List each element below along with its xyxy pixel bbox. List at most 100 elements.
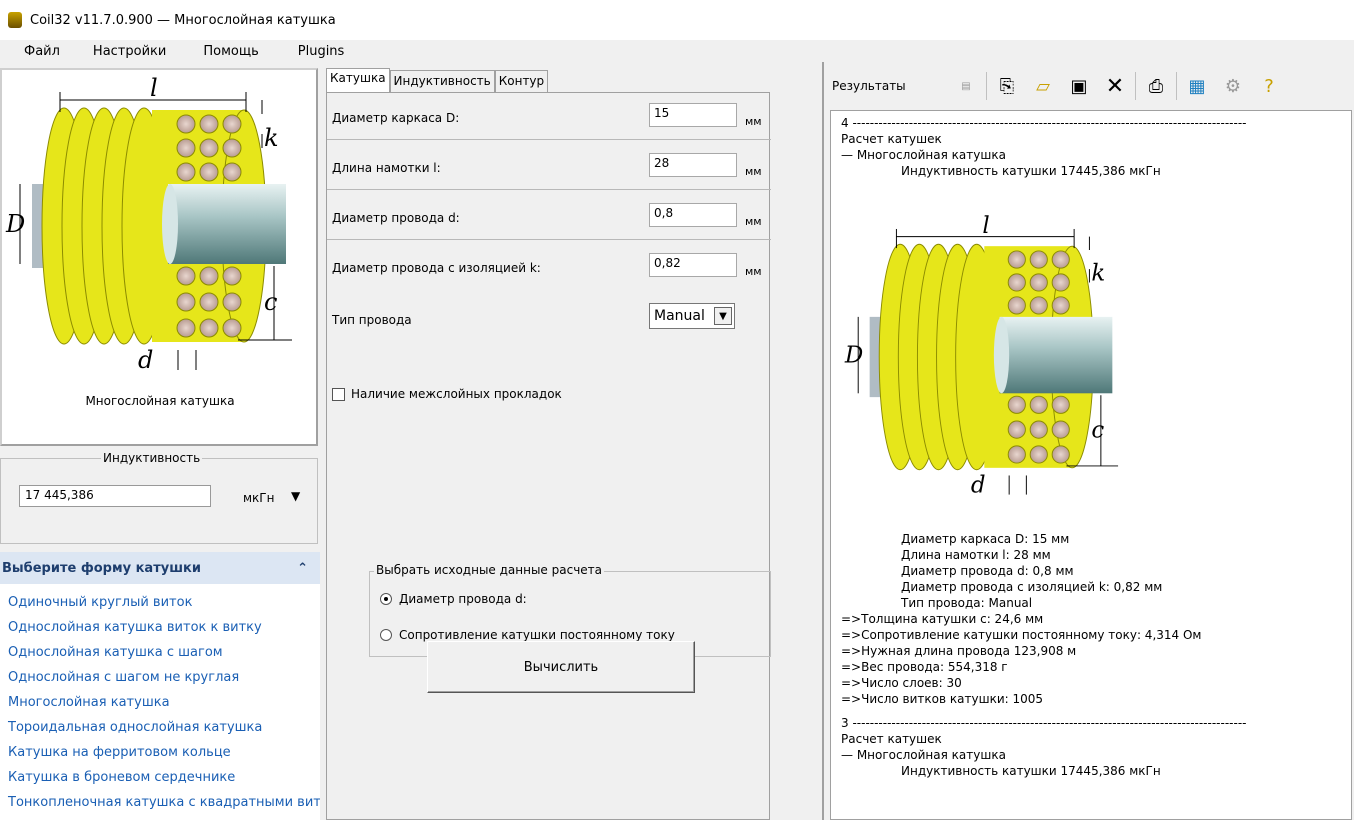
collapse-icon[interactable]: ⌃ <box>297 561 308 576</box>
shape-item[interactable]: Однослойная с шагом не круглая <box>0 665 320 690</box>
settings-icon[interactable]: ⚙ <box>1215 71 1251 101</box>
shape-item[interactable]: Одиночный круглый виток <box>0 590 320 615</box>
shape-item[interactable]: Однослойная катушка виток к витку <box>0 615 320 640</box>
label-d: d <box>971 473 986 499</box>
shape-panel-header[interactable]: Выберите форму катушки ⌃ <box>0 552 320 584</box>
menu-bar: Файл Настройки Помощь Plugins <box>0 40 1354 62</box>
menu-help[interactable]: Помощь <box>185 44 277 59</box>
window-icon[interactable]: ▦ <box>1179 71 1215 101</box>
result-line: — Многослойная катушка <box>841 748 1006 762</box>
delete-icon[interactable]: ✕ <box>1097 71 1133 101</box>
label-c: c <box>1091 417 1104 443</box>
shape-item[interactable]: Катушка на ферритовом кольце <box>0 740 320 765</box>
coil-diagram-svg: l k D c d <box>5 74 292 374</box>
output-line: =>Толщина катушки c: 24,6 мм <box>841 612 1044 626</box>
label-D: D <box>5 210 25 238</box>
separator <box>327 239 771 240</box>
shape-item[interactable]: Однослойная катушка с шагом <box>0 640 320 665</box>
interlayer-checkbox-label: Наличие межслойных прокладок <box>351 387 562 401</box>
results-panel: Результаты ▤ ⎘ ▱ ▣ ✕ ⎙ ▦ ⚙ ? 4 ---------… <box>822 62 1354 820</box>
field-row-wire-diameter: Диаметр провода d: 0,8 мм <box>327 195 771 245</box>
report-icon[interactable]: ▤ <box>948 71 984 101</box>
toolbar-separator <box>986 72 987 100</box>
calculate-button[interactable]: Вычислить <box>427 641 695 693</box>
wire-diameter-input[interactable]: 0,8 <box>649 203 737 227</box>
shape-item[interactable]: Тонкопленочная катушка с квадратными вит… <box>0 790 320 815</box>
insulated-diameter-input[interactable]: 0,82 <box>649 253 737 277</box>
result-line: — Многослойная катушка <box>841 148 1006 162</box>
result-line: Расчет катушек <box>841 132 942 146</box>
field-unit: мм <box>745 165 762 178</box>
diameter-input[interactable]: 15 <box>649 103 737 127</box>
result-inductance: Индуктивность катушки 17445,386 мкГн <box>901 164 1161 178</box>
wire-type-value: Manual <box>654 308 705 324</box>
radio-label: Сопротивление катушки постоянному току <box>399 628 675 642</box>
shape-item[interactable]: Катушка в броневом сердечнике <box>0 765 320 790</box>
menu-file[interactable]: Файл <box>0 44 79 59</box>
field-label: Диаметр провода с изоляцией k: <box>332 261 541 275</box>
field-unit: мм <box>745 215 762 228</box>
tab-body: Диаметр каркаса D: 15 мм Длина намотки l… <box>326 92 771 820</box>
menu-plugins[interactable]: Plugins <box>278 44 364 59</box>
wire-type-label: Тип провода <box>332 313 412 327</box>
results-coil-diagram: l k D c d <box>844 213 1119 499</box>
radio-wire-diameter-button[interactable] <box>380 593 392 605</box>
tab-strip: Катушка Индуктивность Контур <box>326 68 549 92</box>
param-line: Тип провода: Manual <box>901 596 1033 610</box>
radio-resistance-button[interactable] <box>380 629 392 641</box>
print-icon[interactable]: ⎙ <box>1138 71 1174 101</box>
field-row-wire-type: Тип провода Manual ▼ <box>327 297 771 347</box>
tab-inductance[interactable]: Индуктивность <box>389 70 495 92</box>
field-row-diameter: Диаметр каркаса D: 15 мм <box>327 95 771 145</box>
help-icon[interactable]: ? <box>1251 71 1287 101</box>
label-k: k <box>1091 261 1105 287</box>
diagram-caption: Многослойная катушка <box>85 394 235 408</box>
separator <box>327 189 771 190</box>
field-row-length: Длина намотки l: 28 мм <box>327 145 771 195</box>
result-line: 3 --------------------------------------… <box>841 716 1247 730</box>
unit-dropdown-icon[interactable]: ▼ <box>291 489 300 503</box>
result-line: 4 --------------------------------------… <box>841 116 1247 130</box>
output-line: =>Нужная длина провода 123,908 м <box>841 644 1077 658</box>
inductance-input[interactable]: 17 445,386 <box>19 485 211 507</box>
inductance-unit[interactable]: мкГн <box>243 491 274 505</box>
output-line: =>Число слоев: 30 <box>841 676 962 690</box>
save-icon[interactable]: ▣ <box>1061 71 1097 101</box>
toolbar-separator <box>1176 72 1177 100</box>
source-data-legend: Выбрать исходные данные расчета <box>374 563 605 577</box>
results-toolbar: Результаты ▤ ⎘ ▱ ▣ ✕ ⎙ ▦ ⚙ ? <box>824 68 1354 104</box>
shape-item[interactable]: Многослойная катушка <box>0 690 320 715</box>
app-icon <box>8 12 22 28</box>
separator <box>327 139 771 140</box>
shape-item[interactable]: Тороидальная однослойная катушка <box>0 715 320 740</box>
param-line: Диаметр провода с изоляцией k: 0,82 мм <box>901 580 1163 594</box>
title-bar: Coil32 v11.7.0.900 — Многослойная катушк… <box>0 0 1354 40</box>
window-title: Coil32 v11.7.0.900 — Многослойная катушк… <box>30 12 336 28</box>
result-inductance: Индуктивность катушки 17445,386 мкГн <box>901 764 1161 778</box>
interlayer-checkbox-row[interactable]: Наличие межслойных прокладок <box>332 387 562 401</box>
label-l: l <box>982 213 989 239</box>
coil-diagram: l k D c d Многослойная катушка <box>0 68 318 446</box>
inductance-legend: Индуктивность <box>101 451 203 465</box>
radio-resistance[interactable]: Сопротивление катушки постоянному току <box>380 628 675 642</box>
dropdown-arrow-icon[interactable]: ▼ <box>714 307 732 325</box>
radio-label: Диаметр провода d: <box>399 592 527 606</box>
param-line: Диаметр провода d: 0,8 мм <box>901 564 1074 578</box>
field-unit: мм <box>745 115 762 128</box>
label-l: l <box>150 74 158 102</box>
menu-settings[interactable]: Настройки <box>79 44 185 59</box>
results-label: Результаты <box>832 79 906 93</box>
interlayer-checkbox[interactable] <box>332 387 345 401</box>
label-D: D <box>844 343 863 369</box>
tab-coil[interactable]: Катушка <box>326 68 390 92</box>
copy-icon[interactable]: ⎘ <box>989 71 1025 101</box>
tab-circuit[interactable]: Контур <box>494 70 549 92</box>
results-text-area[interactable]: 4 --------------------------------------… <box>830 110 1352 820</box>
radio-wire-diameter[interactable]: Диаметр провода d: <box>380 592 527 606</box>
shape-panel-title: Выберите форму катушки <box>2 560 201 576</box>
wire-type-select[interactable]: Manual ▼ <box>649 303 735 329</box>
length-input[interactable]: 28 <box>649 153 737 177</box>
left-panel: l k D c d Многослойная катушка Индуктивн… <box>0 62 322 820</box>
open-folder-icon[interactable]: ▱ <box>1025 71 1061 101</box>
field-unit: мм <box>745 265 762 278</box>
